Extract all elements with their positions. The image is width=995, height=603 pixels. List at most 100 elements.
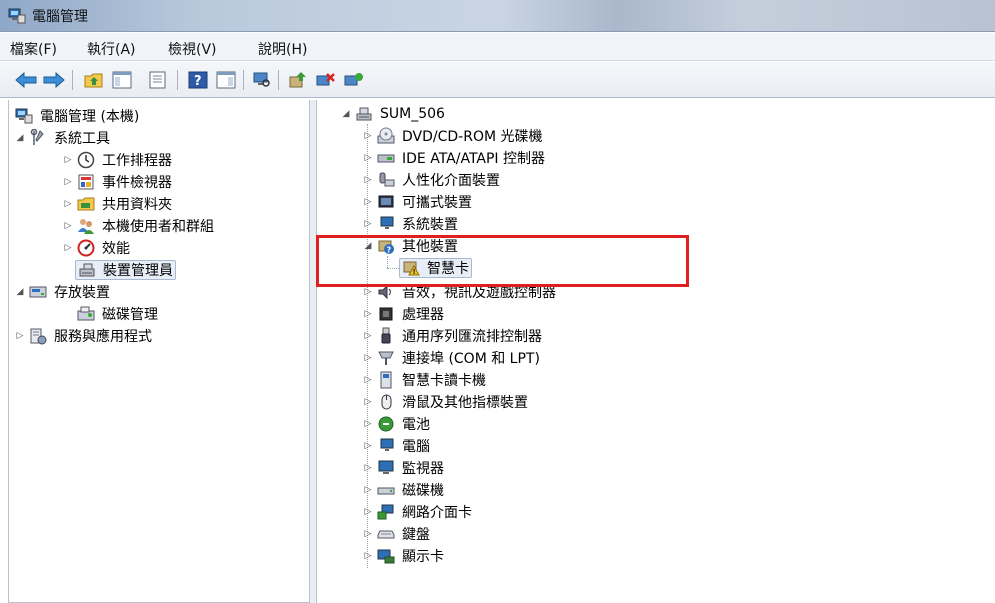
up-folder-icon[interactable]	[82, 68, 106, 92]
device-ports[interactable]: ▷ 連接埠 (COM 和 LPT)	[361, 348, 542, 368]
device-keyboard[interactable]: ▷ 鍵盤	[361, 524, 432, 544]
back-icon[interactable]	[14, 68, 38, 92]
expand-arrow-icon[interactable]: ▷	[361, 461, 375, 475]
expand-arrow-icon[interactable]: ▷	[61, 241, 75, 255]
menu-help[interactable]: 說明(H)	[258, 39, 307, 59]
properties-icon[interactable]	[146, 68, 170, 92]
computer-icon	[377, 437, 395, 455]
expand-arrow-icon[interactable]: ▷	[361, 217, 375, 231]
toolbar-separator	[243, 70, 244, 90]
expand-arrow-icon[interactable]: ▷	[361, 129, 375, 143]
device-tree-pane: ◢ SUM_506 ▷ DVD/CD-ROM 光碟機 ▷ IDE ATA/ATA…	[316, 100, 995, 603]
expand-arrow-icon[interactable]: ▷	[361, 195, 375, 209]
device-computer[interactable]: ▷ 電腦	[361, 436, 432, 456]
expand-arrow-icon[interactable]: ▷	[361, 549, 375, 563]
tree-node-storage[interactable]: ◢ 存放裝置	[13, 282, 112, 302]
expand-arrow-icon[interactable]: ▷	[361, 527, 375, 541]
collapse-arrow-icon[interactable]: ◢	[13, 131, 27, 145]
card-reader-icon	[377, 371, 395, 389]
expand-arrow-icon[interactable]: ▷	[361, 373, 375, 387]
forward-icon[interactable]	[42, 68, 66, 92]
menu-file[interactable]: 檔案(F)	[10, 39, 57, 59]
tree-node-event-viewer[interactable]: ▷ 事件檢視器	[61, 172, 174, 192]
hid-icon	[377, 171, 395, 189]
monitor-icon	[377, 459, 395, 477]
title-bar: 電腦管理	[0, 0, 995, 32]
toolbar-separator	[177, 70, 178, 90]
device-card-reader[interactable]: ▷ 智慧卡讀卡機	[361, 370, 488, 390]
help-icon[interactable]: ?	[186, 68, 210, 92]
usb-icon	[377, 327, 395, 345]
device-ide[interactable]: ▷ IDE ATA/ATAPI 控制器	[361, 148, 547, 168]
tree-node-task-scheduler[interactable]: ▷ 工作排程器	[61, 150, 174, 170]
expand-arrow-icon[interactable]: ▷	[61, 219, 75, 233]
expand-arrow-icon[interactable]: ▷	[361, 505, 375, 519]
dvd-drive-icon	[377, 127, 395, 145]
portable-device-icon	[377, 193, 395, 211]
device-system[interactable]: ▷ 系統裝置	[361, 214, 460, 234]
expand-arrow-icon[interactable]: ▷	[361, 329, 375, 343]
tree-node-system-tools[interactable]: ◢ 系統工具	[13, 128, 112, 148]
expand-arrow-icon[interactable]: ▷	[361, 351, 375, 365]
toolbar-separator	[278, 70, 279, 90]
expand-arrow-icon[interactable]: ▷	[361, 173, 375, 187]
tree-node-performance[interactable]: ▷ 效能	[61, 238, 132, 258]
display-adapter-icon	[377, 547, 395, 565]
services-icon	[29, 327, 47, 345]
tree-node-disk-management[interactable]: 磁碟管理	[75, 304, 160, 324]
device-network[interactable]: ▷ 網路介面卡	[361, 502, 474, 522]
menu-view[interactable]: 檢視(V)	[168, 39, 217, 59]
expand-arrow-icon[interactable]: ▷	[61, 175, 75, 189]
update-driver-icon[interactable]	[286, 68, 310, 92]
tree-node-shared-folders[interactable]: ▷ 共用資料夾	[61, 194, 174, 214]
menu-bar: 檔案(F) 執行(A) 檢視(V) 說明(H)	[0, 33, 995, 61]
disk-management-icon	[77, 305, 95, 323]
action-pane-icon[interactable]	[214, 68, 238, 92]
device-monitor[interactable]: ▷ 監視器	[361, 458, 446, 478]
tree-node-computer[interactable]: ◢ SUM_506	[339, 104, 447, 124]
scan-hardware-icon[interactable]	[250, 68, 274, 92]
device-disk[interactable]: ▷ 磁碟機	[361, 480, 446, 500]
mouse-icon	[377, 393, 395, 411]
expand-arrow-icon[interactable]: ▷	[361, 439, 375, 453]
expand-arrow-icon[interactable]: ▷	[61, 153, 75, 167]
show-hide-tree-icon[interactable]	[110, 68, 134, 92]
expand-arrow-icon[interactable]: ▷	[361, 307, 375, 321]
shared-folder-icon	[77, 195, 95, 213]
network-adapter-icon	[377, 503, 395, 521]
collapse-arrow-icon[interactable]: ◢	[13, 285, 27, 299]
collapse-arrow-icon[interactable]: ◢	[339, 107, 353, 121]
device-mouse[interactable]: ▷ 滑鼠及其他指標裝置	[361, 392, 530, 412]
menu-action[interactable]: 執行(A)	[87, 39, 136, 59]
tree-node-device-manager[interactable]: 裝置管理員	[75, 260, 176, 280]
device-hid[interactable]: ▷ 人性化介面裝置	[361, 170, 502, 190]
device-processor[interactable]: ▷ 處理器	[361, 304, 446, 324]
window-title: 電腦管理	[32, 9, 88, 25]
device-usb[interactable]: ▷ 通用序列匯流排控制器	[361, 326, 544, 346]
expand-arrow-icon[interactable]: ▷	[61, 197, 75, 211]
uninstall-icon[interactable]	[314, 68, 338, 92]
clock-icon	[77, 151, 95, 169]
device-display[interactable]: ▷ 顯示卡	[361, 546, 446, 566]
expand-arrow-icon[interactable]: ▷	[13, 329, 27, 343]
users-group-icon	[77, 217, 95, 235]
tree-node-local-users[interactable]: ▷ 本機使用者和群組	[61, 216, 216, 236]
port-icon	[377, 349, 395, 367]
keyboard-icon	[377, 525, 395, 543]
expand-arrow-icon[interactable]: ▷	[361, 151, 375, 165]
device-battery[interactable]: ▷ 電池	[361, 414, 432, 434]
device-manager-icon	[78, 261, 96, 279]
expand-arrow-icon[interactable]: ▷	[361, 285, 375, 299]
expand-arrow-icon[interactable]: ▷	[361, 417, 375, 431]
device-portable[interactable]: ▷ 可攜式裝置	[361, 192, 474, 212]
expand-arrow-icon[interactable]: ▷	[361, 483, 375, 497]
enable-device-icon[interactable]	[342, 68, 366, 92]
svg-text:?: ?	[194, 74, 202, 89]
tree-node-services-apps[interactable]: ▷ 服務與應用程式	[13, 326, 154, 346]
toolbar: ?	[0, 62, 995, 98]
tree-node-root[interactable]: 電腦管理 (本機)	[13, 106, 141, 126]
device-dvd[interactable]: ▷ DVD/CD-ROM 光碟機	[361, 126, 545, 146]
expand-arrow-icon[interactable]: ▷	[361, 395, 375, 409]
toolbar-separator	[72, 70, 73, 90]
performance-icon	[77, 239, 95, 257]
